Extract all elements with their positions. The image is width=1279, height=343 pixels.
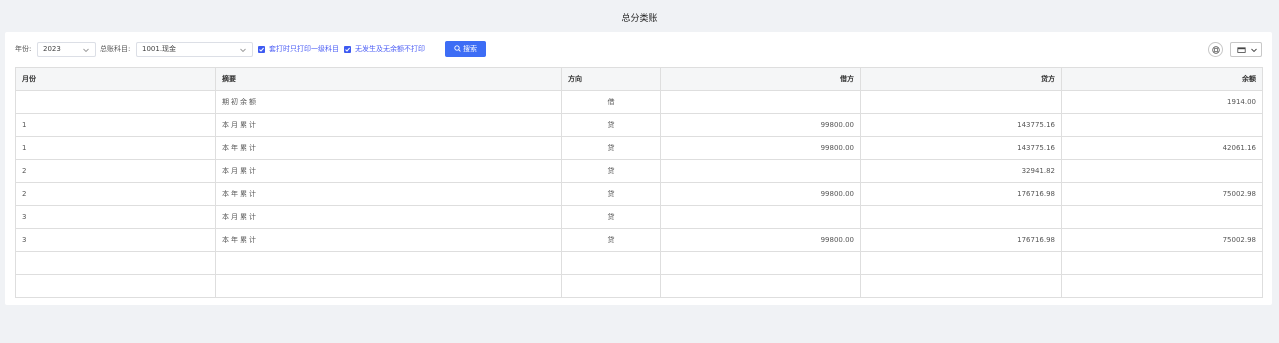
cell-month: 1	[15, 136, 216, 160]
cell-balance: 1914.00	[1061, 90, 1263, 114]
cell-credit	[860, 90, 1062, 114]
print-button[interactable]	[1208, 42, 1223, 57]
cell-balance	[1061, 113, 1263, 137]
page-title: 总分类账	[621, 14, 658, 24]
columns-button[interactable]	[1230, 42, 1262, 57]
cell-debit: 99800.00	[660, 113, 861, 137]
ledger-panel: 年份: 2023 总账科目: 1001.现金 套打时只打印一级科目 无发生及无余…	[5, 32, 1272, 305]
search-button-label: 搜索	[463, 45, 477, 53]
account-value: 1001.现金	[142, 45, 177, 53]
columns-icon	[1237, 47, 1246, 53]
cell-balance	[1061, 205, 1263, 229]
cell-debit	[660, 159, 861, 183]
table-row: 期初余额 借 1914.00	[15, 90, 1263, 114]
table-row: 3 本年累计 贷 99800.00 176716.98 75002.98	[15, 228, 1263, 252]
cell-summary: 本月累计	[215, 159, 562, 183]
cell-balance: 75002.98	[1061, 228, 1263, 252]
cell-debit	[660, 274, 861, 298]
column-header-summary: 摘要	[215, 67, 562, 91]
cell-debit	[660, 205, 861, 229]
chevron-down-icon	[1251, 48, 1257, 53]
cell-direction: 贷	[561, 113, 661, 137]
checkbox-checked-icon	[258, 45, 265, 53]
cell-month: 3	[15, 205, 216, 229]
checkbox-checked-icon	[344, 45, 351, 53]
cell-direction: 贷	[561, 159, 661, 183]
cell-credit	[860, 205, 1062, 229]
search-icon	[454, 45, 461, 52]
cell-summary	[215, 274, 562, 298]
table-row: 2 本年累计 贷 99800.00 176716.98 75002.98	[15, 182, 1263, 206]
cell-credit	[860, 274, 1062, 298]
cell-direction	[561, 274, 661, 298]
year-label: 年份:	[15, 45, 32, 53]
cell-direction: 借	[561, 90, 661, 114]
table-row: 3 本月累计 贷	[15, 205, 1263, 229]
column-header-month: 月份	[15, 67, 216, 91]
cell-month: 2	[15, 159, 216, 183]
cell-credit: 32941.82	[860, 159, 1062, 183]
print-first-level-label: 套打时只打印一级科目	[269, 45, 339, 53]
table-row: 2 本月累计 贷 32941.82	[15, 159, 1263, 183]
cell-balance: 75002.98	[1061, 182, 1263, 206]
cell-month	[15, 274, 216, 298]
chevron-down-icon	[240, 48, 246, 53]
cell-debit	[660, 251, 861, 275]
cell-summary: 期初余额	[215, 90, 562, 114]
cell-month	[15, 90, 216, 114]
cell-summary	[215, 251, 562, 275]
cell-balance: 42061.16	[1061, 136, 1263, 160]
cell-debit: 99800.00	[660, 182, 861, 206]
cell-debit	[660, 90, 861, 114]
table-row	[15, 274, 1263, 298]
cell-debit: 99800.00	[660, 136, 861, 160]
cell-month: 2	[15, 182, 216, 206]
cell-balance	[1061, 159, 1263, 183]
cell-direction: 贷	[561, 136, 661, 160]
cell-balance	[1061, 251, 1263, 275]
year-select[interactable]: 2023	[37, 42, 96, 57]
cell-month: 1	[15, 113, 216, 137]
ledger-table: 月份 摘要 方向 借方 贷方 余额 期初余额 借 1914.00 1 本月累计 …	[15, 67, 1263, 298]
column-header-balance: 余额	[1061, 67, 1263, 91]
column-header-credit: 贷方	[860, 67, 1062, 91]
cell-credit: 176716.98	[860, 182, 1062, 206]
cell-month: 3	[15, 228, 216, 252]
cell-debit: 99800.00	[660, 228, 861, 252]
cell-summary: 本年累计	[215, 136, 562, 160]
cell-month	[15, 251, 216, 275]
skip-empty-label: 无发生及无余额不打印	[355, 45, 425, 53]
account-label: 总账科目:	[100, 45, 131, 53]
cell-direction	[561, 251, 661, 275]
cell-credit: 143775.16	[860, 113, 1062, 137]
table-header-row: 月份 摘要 方向 借方 贷方 余额	[15, 67, 1263, 91]
table-row	[15, 251, 1263, 275]
print-first-level-checkbox[interactable]: 套打时只打印一级科目	[258, 45, 339, 53]
cell-direction: 贷	[561, 205, 661, 229]
toolbar: 年份: 2023 总账科目: 1001.现金 套打时只打印一级科目 无发生及无余…	[5, 32, 1272, 66]
cell-direction: 贷	[561, 182, 661, 206]
skip-empty-checkbox[interactable]: 无发生及无余额不打印	[344, 45, 425, 53]
table-row: 1 本年累计 贷 99800.00 143775.16 42061.16	[15, 136, 1263, 160]
cell-summary: 本月累计	[215, 113, 562, 137]
table-row: 1 本月累计 贷 99800.00 143775.16	[15, 113, 1263, 137]
cell-credit: 176716.98	[860, 228, 1062, 252]
column-header-debit: 借方	[660, 67, 861, 91]
cell-summary: 本年累计	[215, 228, 562, 252]
search-button[interactable]: 搜索	[445, 41, 486, 57]
account-select[interactable]: 1001.现金	[136, 42, 253, 57]
cell-credit	[860, 251, 1062, 275]
cell-summary: 本年累计	[215, 182, 562, 206]
year-value: 2023	[43, 45, 61, 53]
print-icon	[1212, 46, 1220, 54]
cell-balance	[1061, 274, 1263, 298]
column-header-direction: 方向	[561, 67, 661, 91]
chevron-down-icon	[83, 48, 89, 53]
cell-summary: 本月累计	[215, 205, 562, 229]
cell-direction: 贷	[561, 228, 661, 252]
cell-credit: 143775.16	[860, 136, 1062, 160]
